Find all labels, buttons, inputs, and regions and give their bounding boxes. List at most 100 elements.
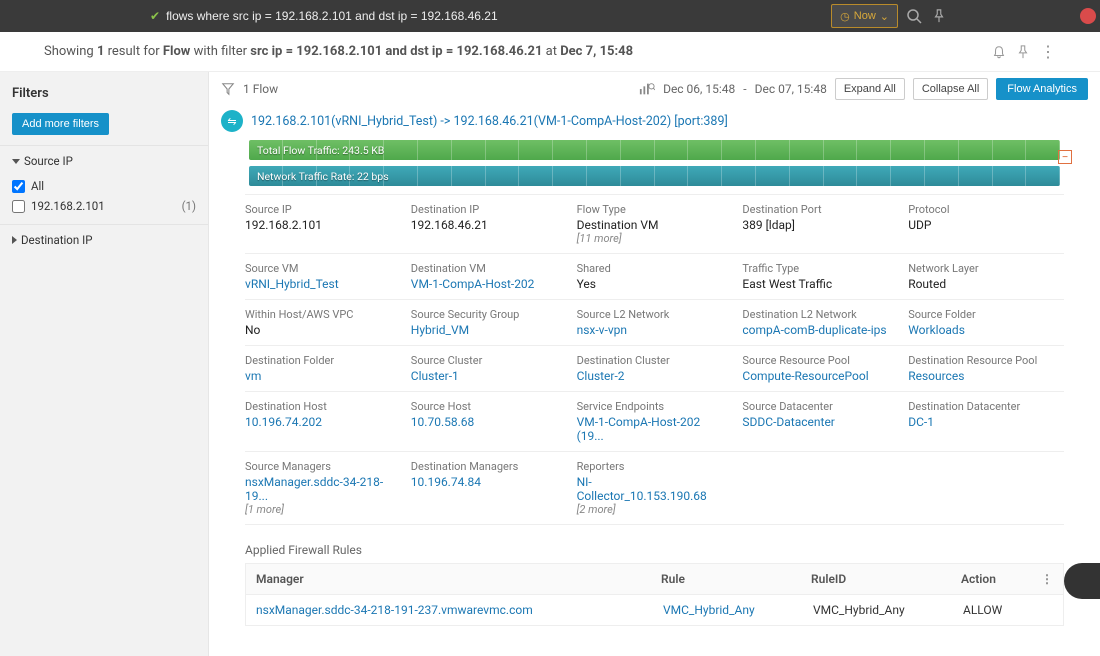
details-cell: Source Resource PoolCompute-ResourcePool (732, 346, 898, 391)
detail-value-link[interactable]: NI-Collector_10.153.190.68 (577, 475, 722, 503)
check-icon: ✔ (150, 9, 160, 23)
detail-value-link[interactable]: compA-comB-duplicate-ips (742, 323, 887, 337)
detail-value-link[interactable]: Resources (908, 369, 1053, 383)
details-cell: Destination DatacenterDC-1 (898, 392, 1064, 451)
filters-sidebar: Filters Add more filters Source IP All 1… (0, 72, 209, 656)
caret-right-icon (12, 236, 17, 244)
facet-ip-row[interactable]: 192.168.2.101 (1) (12, 196, 196, 216)
detail-value-link[interactable]: vRNI_Hybrid_Test (245, 277, 390, 291)
details-cell: Source Host10.70.58.68 (401, 392, 567, 451)
facet-source-ip-toggle[interactable]: Source IP (0, 146, 208, 176)
details-cell: Source FolderWorkloads (898, 300, 1064, 345)
add-filters-button[interactable]: Add more filters (12, 113, 109, 135)
facet-ip-checkbox[interactable] (12, 200, 25, 213)
details-cell: Destination IP192.168.46.21 (401, 195, 567, 253)
time-now-button[interactable]: ◷ Now ⌄ (831, 4, 898, 28)
detail-value: UDP (908, 218, 1053, 232)
detail-value-link[interactable]: VM-1-CompA-Host-202 (411, 277, 556, 291)
detail-value-link[interactable]: Compute-ResourcePool (742, 369, 887, 383)
detail-value-link[interactable]: 10.196.74.84 (411, 475, 556, 489)
timerange-icon[interactable] (639, 82, 655, 96)
details-cell: Destination Managers10.196.74.84 (401, 452, 567, 524)
traffic-bars: Total Flow Traffic: 243.5 KB Network Tra… (249, 140, 1060, 186)
details-cell: Destination Foldervm (245, 346, 401, 391)
detail-value-link[interactable]: Cluster-2 (577, 369, 722, 383)
rules-head: Manager Rule RuleID Action ⋮ (246, 564, 1063, 595)
details-cell: Traffic TypeEast West Traffic (732, 254, 898, 299)
flow-count: 1 Flow (243, 82, 278, 96)
details-row: Destination Host10.196.74.202Source Host… (245, 392, 1064, 452)
facet-destination-ip: Destination IP (0, 224, 208, 255)
details-cell (732, 452, 898, 524)
rule-manager-link[interactable]: nsxManager.sddc-34-218-191-237.vmwarevmc… (256, 603, 616, 617)
detail-value-link[interactable]: nsxManager.sddc-34-218-19... (245, 475, 390, 503)
total-traffic-bar[interactable]: Total Flow Traffic: 243.5 KB (249, 140, 1060, 160)
detail-value-link[interactable]: SDDC-Datacenter (742, 415, 887, 429)
search-icon[interactable] (906, 8, 924, 24)
firewall-rules-title: Applied Firewall Rules (245, 543, 1064, 557)
details-row: Within Host/AWS VPCNoSource Security Gro… (245, 300, 1064, 346)
details-row: Source ManagersnsxManager.sddc-34-218-19… (245, 452, 1064, 525)
facet-source-ip: Source IP All 192.168.2.101 (1) (0, 145, 208, 224)
chevron-down-icon: ⌄ (880, 10, 889, 23)
detail-value-link[interactable]: vm (245, 369, 390, 383)
detail-value: Yes (577, 277, 722, 291)
more-link[interactable]: [11 more] (577, 232, 722, 245)
rules-menu-icon[interactable]: ⋮ (1041, 572, 1053, 586)
more-menu-icon[interactable]: ⋮ (1040, 42, 1056, 61)
facet-all-checkbox[interactable] (12, 180, 25, 193)
details-cell: ProtocolUDP (898, 195, 1064, 253)
content-toolbar: 1 Flow Dec 06, 15:48 - Dec 07, 15:48 Exp… (209, 72, 1100, 106)
traffic-rate-bar[interactable]: Network Traffic Rate: 22 bps (249, 166, 1060, 186)
help-bubble-icon[interactable] (1064, 563, 1100, 599)
notification-dot-icon[interactable] (1080, 8, 1096, 24)
detail-value-link[interactable]: VM-1-CompA-Host-202 (19... (577, 415, 722, 443)
details-row: Source VMvRNI_Hybrid_TestDestination VMV… (245, 254, 1064, 300)
detail-value-link[interactable]: DC-1 (908, 415, 1053, 429)
details-cell: SharedYes (567, 254, 733, 299)
more-link[interactable]: [1 more] (245, 503, 390, 516)
expand-all-button[interactable]: Expand All (835, 78, 905, 100)
flow-title-link[interactable]: 192.168.2.101(vRNI_Hybrid_Test) -> 192.1… (251, 114, 728, 129)
more-link[interactable]: [2 more] (577, 503, 722, 516)
top-search-bar: ✔ ◷ Now ⌄ (0, 0, 1100, 32)
details-cell: ReportersNI-Collector_10.153.190.68[2 mo… (567, 452, 733, 524)
search-input[interactable] (166, 9, 823, 23)
details-cell: Within Host/AWS VPCNo (245, 300, 401, 345)
detail-value-link[interactable]: 10.196.74.202 (245, 415, 390, 429)
details-cell: Destination ClusterCluster-2 (567, 346, 733, 391)
time-end: Dec 07, 15:48 (755, 82, 827, 96)
clock-icon: ◷ (840, 10, 850, 23)
details-cell: Destination Port389 [ldap] (732, 195, 898, 253)
pin-icon[interactable] (932, 9, 950, 23)
bell-icon[interactable] (992, 45, 1008, 59)
facet-destination-ip-toggle[interactable]: Destination IP (0, 225, 208, 255)
facet-all-row[interactable]: All (12, 176, 196, 196)
search-wrap: ✔ (150, 9, 823, 23)
flow-analytics-button[interactable]: Flow Analytics (996, 78, 1088, 100)
details-row: Destination FoldervmSource ClusterCluste… (245, 346, 1064, 392)
details-cell: Destination Resource PoolResources (898, 346, 1064, 391)
now-label: Now (854, 10, 876, 22)
details-cell: Source VMvRNI_Hybrid_Test (245, 254, 401, 299)
filters-title: Filters (0, 80, 208, 107)
funnel-icon[interactable] (221, 82, 235, 96)
time-start: Dec 06, 15:48 (663, 82, 735, 96)
rule-link[interactable]: VMC_Hybrid_Any (663, 603, 813, 617)
details-cell: Source IP192.168.2.101 (245, 195, 401, 253)
details-cell: Network LayerRouted (898, 254, 1064, 299)
details-grid: Source IP192.168.2.101Destination IP192.… (245, 194, 1064, 525)
collapse-all-button[interactable]: Collapse All (913, 78, 988, 100)
flow-badge-icon: ⇋ (221, 110, 243, 132)
detail-value: 192.168.2.101 (245, 218, 390, 232)
details-cell: Flow TypeDestination VM[11 more] (567, 195, 733, 253)
detail-value-link[interactable]: 10.70.58.68 (411, 415, 556, 429)
collapse-card-icon[interactable]: − (1058, 150, 1072, 164)
detail-value-link[interactable]: Hybrid_VM (411, 323, 556, 337)
content-area: 1 Flow Dec 06, 15:48 - Dec 07, 15:48 Exp… (209, 72, 1100, 656)
detail-value-link[interactable]: Cluster-1 (411, 369, 556, 383)
pin-icon-2[interactable] (1016, 45, 1032, 59)
detail-value-link[interactable]: nsx-v-vpn (577, 323, 722, 337)
detail-value-link[interactable]: Workloads (908, 323, 1053, 337)
detail-value: 192.168.46.21 (411, 218, 556, 232)
